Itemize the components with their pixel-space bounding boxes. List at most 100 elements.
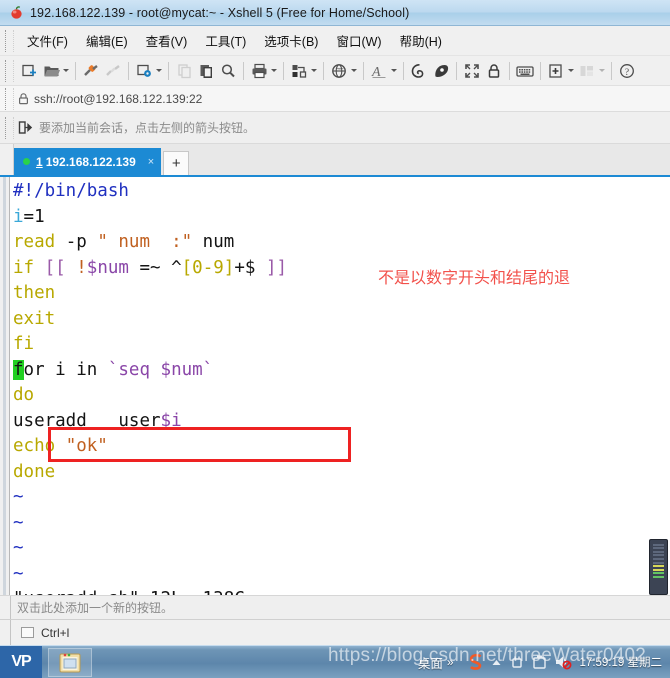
print-dropdown-caret[interactable]	[271, 69, 277, 72]
terminal-text-span: " num :"	[97, 232, 193, 252]
keyboard-icon[interactable]	[514, 59, 536, 83]
terminal-text-span: $i	[160, 410, 182, 431]
tab-session-1[interactable]: 1 192.168.122.139 ×	[14, 148, 162, 175]
menu-window[interactable]: 窗口(W)	[327, 28, 390, 53]
terminal-text-span	[66, 258, 77, 278]
terminal-line: #!/bin/bash	[13, 179, 670, 205]
fullscreen-icon[interactable]	[461, 59, 483, 83]
terminal-text-span: [[	[44, 257, 66, 278]
address-input[interactable]: ssh://root@192.168.122.139:22	[34, 92, 202, 106]
session-properties-icon[interactable]	[133, 59, 155, 83]
toolbar-grip[interactable]	[5, 59, 14, 82]
terminal-line: ~	[13, 485, 670, 511]
windows-taskbar: VP 桌面 » 17:59:19 星期二	[0, 645, 670, 678]
toolbar-separator	[456, 61, 457, 80]
add-panel-icon[interactable]	[545, 59, 567, 83]
add-panel-dropdown-caret[interactable]	[568, 69, 574, 72]
terminal-line: if [[ !$num =~ ^[0-9]+$ ]]	[13, 256, 670, 282]
menu-file[interactable]: 文件(F)	[18, 28, 77, 53]
terminal-text-span: or	[23, 359, 45, 380]
tab-number: 1	[36, 154, 43, 169]
terminal-text-span: i	[44, 359, 77, 380]
terminal-text-span: ~	[13, 487, 24, 507]
terminal-left-rail	[0, 177, 10, 597]
disconnect-icon[interactable]	[102, 59, 124, 83]
terminal-text-span: done	[13, 461, 56, 482]
terminal-screen[interactable]: #!/bin/bash i=1 read -p " num :" num if [[ …	[11, 177, 670, 597]
menu-edit[interactable]: 编辑(E)	[77, 28, 137, 53]
menu-view[interactable]: 查看(V)	[137, 28, 197, 53]
tab-strip: 1 192.168.122.139 × +	[0, 144, 670, 175]
terminal-text-span: [0-9]	[181, 257, 235, 278]
connect-icon[interactable]	[80, 59, 102, 83]
terminal-text-span	[97, 360, 108, 380]
session-properties-dropdown-caret[interactable]	[156, 69, 162, 72]
terminal-text-span: `seq $num`	[107, 359, 214, 380]
copy-icon[interactable]	[173, 59, 195, 83]
quick-button-hint-text: 双击此处添加一个新的按钮。	[17, 601, 174, 615]
find-icon[interactable]	[217, 59, 239, 83]
toolbar-separator	[403, 61, 404, 80]
menu-bar: 文件(F) 编辑(E) 查看(V) 工具(T) 选项卡(B) 窗口(W) 帮助(…	[0, 26, 670, 56]
lock-icon	[18, 92, 29, 105]
terminal-text-span: user	[86, 410, 161, 431]
help-icon[interactable]: ?	[616, 59, 638, 83]
addressbar-grip[interactable]	[5, 87, 14, 110]
svg-text:A: A	[371, 65, 381, 79]
transfer-dropdown-caret[interactable]	[311, 69, 317, 72]
print-icon[interactable]	[248, 59, 270, 83]
mini-line	[653, 575, 664, 578]
web-dropdown-caret[interactable]	[351, 69, 357, 72]
terminal-text-span: =~ ^	[128, 257, 182, 278]
font-icon[interactable]: A	[368, 59, 390, 83]
layout-dropdown-caret[interactable]	[599, 69, 605, 72]
paste-icon[interactable]	[195, 59, 217, 83]
sftp-icon[interactable]	[408, 59, 430, 83]
mini-line	[653, 547, 664, 550]
tray-expand-icon[interactable]	[491, 658, 502, 667]
terminal-text-span: fi	[13, 334, 35, 354]
menu-tabs[interactable]: 选项卡(B)	[255, 28, 327, 53]
transfer-icon[interactable]	[288, 59, 310, 83]
status-shortcut-text: Ctrl+l	[41, 625, 70, 640]
terminal-text-span: then	[13, 283, 56, 303]
start-button[interactable]: VP	[0, 645, 42, 678]
menu-grip[interactable]	[5, 29, 14, 52]
taskbar-clock[interactable]: 17:59:19 星期二	[580, 654, 662, 670]
tab-status-dot	[23, 158, 30, 165]
address-bar[interactable]: ssh://root@192.168.122.139:22	[0, 86, 670, 112]
toolbar-separator	[363, 61, 364, 80]
toolbar-separator	[168, 61, 169, 80]
bottomhint-rail	[0, 595, 11, 620]
taskbar-item-explorer[interactable]	[48, 647, 92, 677]
lock-icon[interactable]	[483, 59, 505, 83]
font-dropdown-caret[interactable]	[391, 69, 397, 72]
new-session-icon[interactable]	[18, 59, 40, 83]
quick-button-hint-bar[interactable]: 双击此处添加一个新的按钮。	[0, 595, 670, 620]
tab-close-icon[interactable]: ×	[148, 156, 154, 168]
tool-bar: A ?	[0, 56, 670, 86]
layout-icon[interactable]	[576, 59, 598, 83]
terminal-line: exit	[13, 307, 670, 333]
open-folder-dropdown-caret[interactable]	[63, 69, 69, 72]
taskbar-overflow-chevron[interactable]: »	[447, 655, 454, 669]
terminal-text-span: echo	[13, 436, 56, 456]
menu-tools[interactable]: 工具(T)	[196, 28, 255, 53]
new-tab-button[interactable]: +	[163, 151, 190, 175]
statusbar-rail	[0, 619, 11, 646]
terminal-mini-scroll-widget[interactable]	[649, 539, 668, 595]
add-session-arrow-icon[interactable]	[18, 120, 33, 135]
removable-device-icon[interactable]	[532, 654, 547, 670]
terminal-text-span: f	[13, 359, 24, 380]
web-icon[interactable]	[328, 59, 350, 83]
show-desktop-label[interactable]: 桌面	[418, 653, 443, 672]
menu-help[interactable]: 帮助(H)	[391, 28, 451, 53]
volume-muted-icon[interactable]	[554, 654, 572, 670]
hintbar-grip[interactable]	[5, 116, 14, 139]
terminal-line: do	[13, 383, 670, 409]
open-folder-icon[interactable]	[40, 59, 62, 83]
network-icon[interactable]	[509, 654, 525, 670]
toolbar-separator	[323, 61, 324, 80]
shell-icon[interactable]	[430, 59, 452, 83]
sogou-ime-icon[interactable]	[468, 653, 484, 671]
